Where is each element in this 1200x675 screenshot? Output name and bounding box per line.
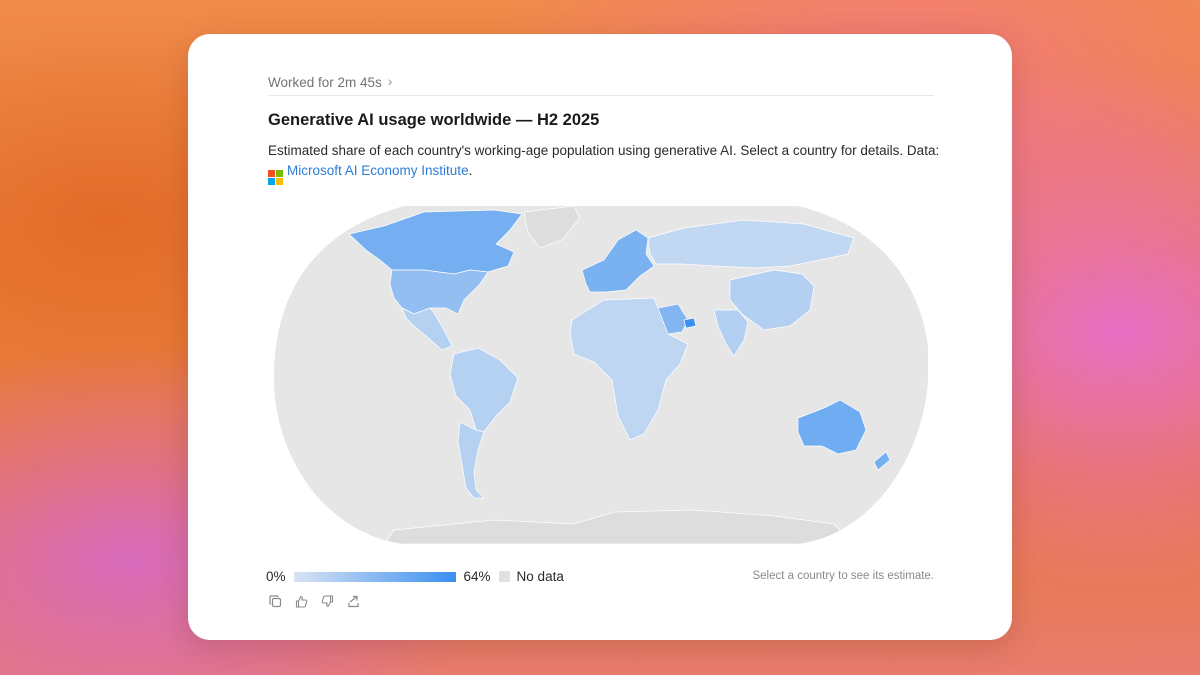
source-suffix: . [468, 163, 473, 178]
map-legend: 0% 64% No data [266, 569, 564, 584]
thumbs-down-icon[interactable] [320, 594, 335, 609]
legend-min-label: 0% [266, 569, 286, 584]
chart-title: Generative AI usage worldwide — H2 2025 [268, 111, 600, 129]
microsoft-logo-icon [268, 170, 283, 185]
worked-for-toggle[interactable]: Worked for 2m 45s › [268, 73, 393, 90]
divider [268, 95, 934, 96]
legend-color-scale [293, 571, 456, 582]
thumbs-up-icon[interactable] [294, 594, 309, 609]
world-map-svg [274, 206, 928, 544]
legend-no-data-swatch [498, 571, 510, 582]
copy-icon[interactable] [268, 594, 283, 609]
description-text: Estimated share of each country's workin… [268, 143, 940, 158]
response-card: Worked for 2m 45s › Generative AI usage … [188, 34, 1012, 640]
share-icon[interactable] [346, 594, 361, 609]
legend-no-data-label: No data [516, 569, 564, 584]
legend-max-label: 64% [463, 569, 491, 584]
message-actions [268, 594, 361, 609]
country-uae[interactable] [683, 317, 697, 329]
world-map [274, 204, 928, 546]
chevron-right-icon: › [387, 73, 393, 89]
selection-hint: Select a country to see its estimate. [752, 570, 934, 582]
source-link[interactable]: Microsoft AI Economy Institute [287, 163, 469, 178]
worked-for-label: Worked for 2m 45s [268, 74, 382, 90]
chart-description: Estimated share of each country's workin… [268, 141, 948, 185]
